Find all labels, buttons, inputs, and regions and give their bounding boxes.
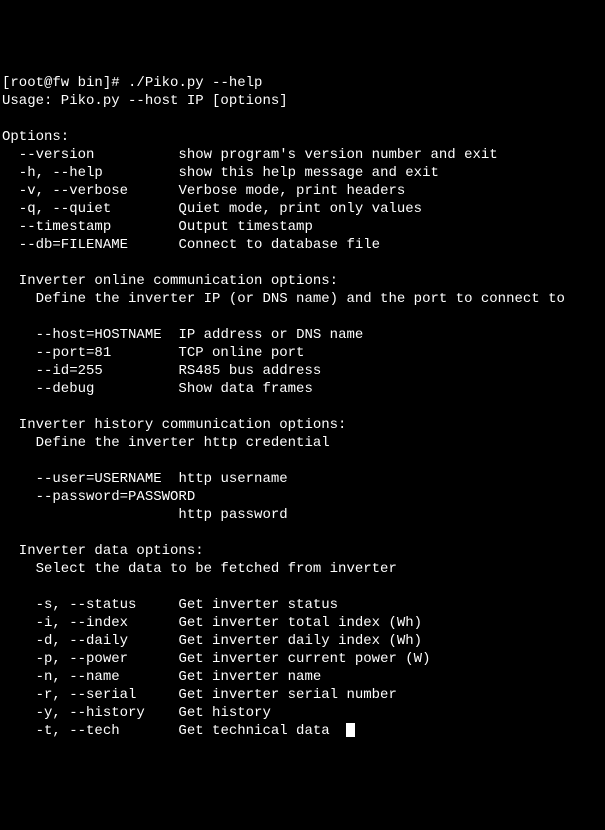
option-line: --port=81 TCP online port [2, 345, 304, 361]
option-line: -i, --index Get inverter total index (Wh… [2, 615, 422, 631]
option-line: --user=USERNAME http username [2, 471, 288, 487]
option-line: --debug Show data frames [2, 381, 313, 397]
options-header: Options: [2, 129, 69, 145]
option-line: -s, --status Get inverter status [2, 597, 338, 613]
option-line: -n, --name Get inverter name [2, 669, 321, 685]
usage-line: Usage: Piko.py --host IP [options] [2, 93, 288, 109]
section-desc: Select the data to be fetched from inver… [2, 561, 397, 577]
option-line: --timestamp Output timestamp [2, 219, 313, 235]
option-line: --id=255 RS485 bus address [2, 363, 321, 379]
option-line: --version show program's version number … [2, 147, 498, 163]
section-header: Inverter data options: [2, 543, 204, 559]
section-header: Inverter online communication options: [2, 273, 338, 289]
option-line: --password=PASSWORD [2, 489, 195, 505]
section-desc: Define the inverter http credential [2, 435, 330, 451]
option-line: -y, --history Get history [2, 705, 271, 721]
option-line: --db=FILENAME Connect to database file [2, 237, 380, 253]
option-line: --host=HOSTNAME IP address or DNS name [2, 327, 363, 343]
shell-prompt: [root@fw bin]# [2, 75, 128, 91]
option-line: -p, --power Get inverter current power (… [2, 651, 430, 667]
option-line: -t, --tech Get technical data [2, 723, 330, 739]
command-text: ./Piko.py --help [128, 75, 262, 91]
option-line: -d, --daily Get inverter daily index (Wh… [2, 633, 422, 649]
section-desc: Define the inverter IP (or DNS name) and… [2, 291, 565, 307]
option-line: -q, --quiet Quiet mode, print only value… [2, 201, 422, 217]
option-line: -v, --verbose Verbose mode, print header… [2, 183, 405, 199]
section-header: Inverter history communication options: [2, 417, 346, 433]
option-line: -r, --serial Get inverter serial number [2, 687, 397, 703]
option-line: -h, --help show this help message and ex… [2, 165, 439, 181]
option-line: http password [2, 507, 288, 523]
cursor-icon [346, 723, 355, 737]
terminal-output: [root@fw bin]# ./Piko.py --help Usage: P… [2, 74, 603, 740]
